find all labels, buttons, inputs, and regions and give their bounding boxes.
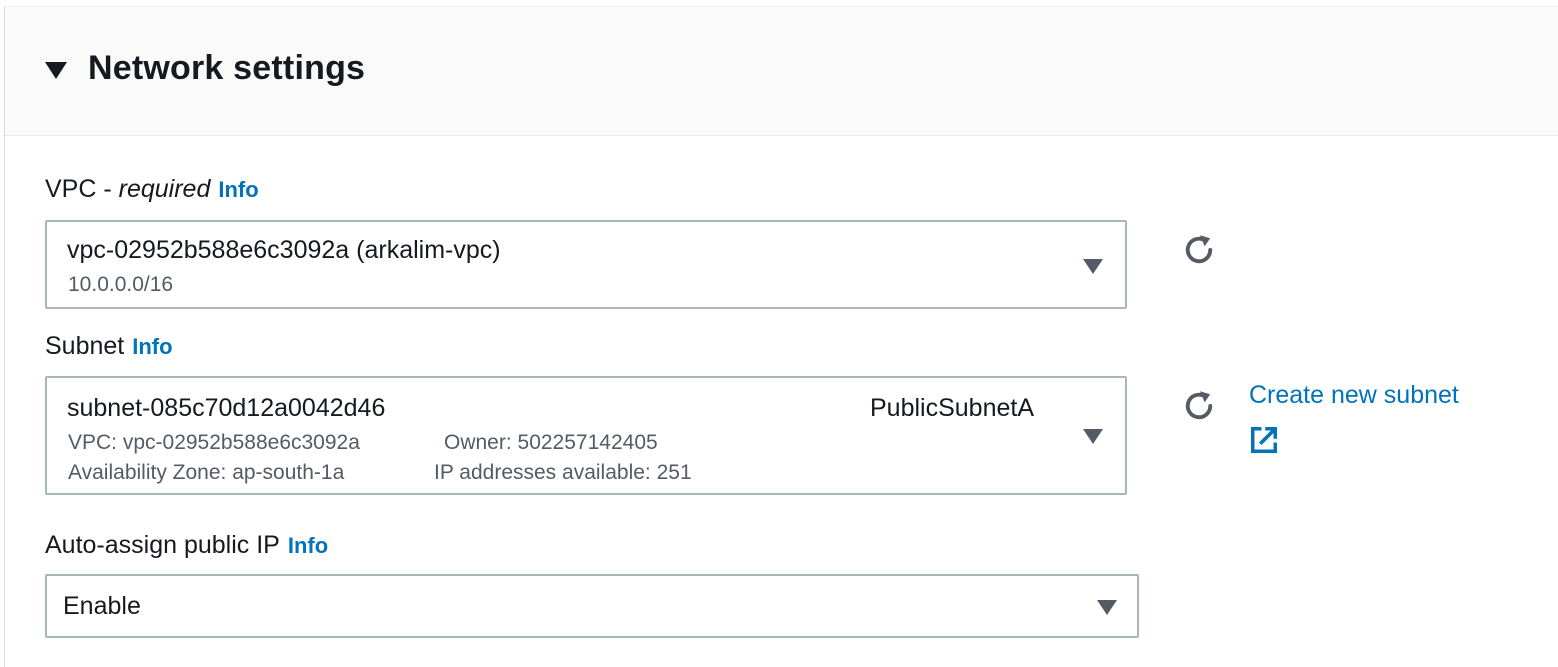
chevron-down-icon (1083, 429, 1103, 444)
chevron-down-icon (1083, 259, 1103, 274)
vpc-label: VPC - required Info (45, 175, 259, 204)
subnet-label: Subnet Info (45, 332, 173, 361)
subnet-label-text: Subnet (45, 332, 125, 360)
external-link-icon[interactable] (1249, 425, 1279, 455)
vpc-required-text: required (118, 175, 211, 203)
create-new-subnet-link[interactable]: Create new subnet (1249, 381, 1459, 410)
refresh-icon[interactable] (1181, 232, 1217, 268)
vpc-label-text: VPC - (45, 175, 119, 203)
vpc-select-value: vpc-02952b588e6c3092a (arkalim-vpc) (67, 236, 501, 264)
subnet-info-link[interactable]: Info (132, 334, 172, 359)
panel-title[interactable]: Network settings (88, 49, 365, 88)
subnet-select-value: subnet-085c70d12a0042d46 (67, 394, 386, 422)
refresh-icon[interactable] (1181, 388, 1217, 424)
subnet-az-line: Availability Zone: ap-south-1a (68, 461, 345, 484)
subnet-owner-line: Owner: 502257142405 (444, 431, 658, 454)
vpc-info-link[interactable]: Info (218, 177, 258, 202)
public-ip-select[interactable]: Enable (45, 574, 1139, 638)
chevron-down-icon (1097, 600, 1117, 615)
subnet-select[interactable]: subnet-085c70d12a0042d46 PublicSubnetA V… (45, 376, 1127, 495)
subnet-vpc-line: VPC: vpc-02952b588e6c3092a (68, 431, 360, 454)
subnet-name-tag: PublicSubnetA (870, 394, 1035, 422)
public-ip-select-value: Enable (63, 592, 141, 620)
network-settings-panel: Network settings VPC - required Info vpc-… (4, 6, 1558, 667)
public-ip-label: Auto-assign public IP Info (45, 531, 328, 560)
public-ip-label-text: Auto-assign public IP (45, 531, 280, 559)
vpc-select[interactable]: vpc-02952b588e6c3092a (arkalim-vpc) 10.0… (45, 220, 1127, 309)
panel-header[interactable]: Network settings (5, 7, 1558, 136)
subnet-ip-line: IP addresses available: 251 (434, 461, 692, 484)
public-ip-info-link[interactable]: Info (288, 533, 328, 558)
caret-down-icon[interactable] (45, 62, 67, 79)
vpc-cidr: 10.0.0.0/16 (68, 273, 174, 296)
